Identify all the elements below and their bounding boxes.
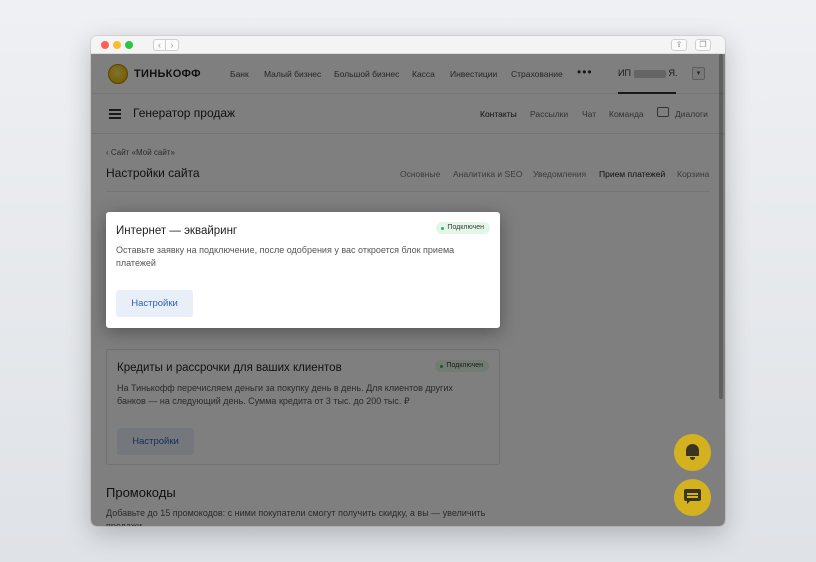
acquiring-settings-button[interactable]: Настройки xyxy=(116,290,193,317)
acquiring-card: Интернет — эквайринг Подключен Оставьте … xyxy=(106,212,500,328)
notifications-button[interactable] xyxy=(674,434,711,471)
page: ТИНЬКОФФ Банк Малый бизнес Большой бизне… xyxy=(91,54,725,526)
minimize-window-button[interactable] xyxy=(113,41,121,49)
chat-line xyxy=(687,496,698,498)
bell-clapper xyxy=(690,457,695,460)
chat-button[interactable] xyxy=(674,479,711,516)
browser-window: ‹ › ⇪ ❐ ТИНЬКОФФ Банк Малый бизнес Больш… xyxy=(91,36,725,526)
status-badge: Подключен xyxy=(436,222,490,234)
back-button[interactable]: ‹ xyxy=(153,39,166,51)
browser-titlebar: ‹ › ⇪ ❐ xyxy=(91,36,725,54)
chat-line xyxy=(687,493,698,495)
share-icon[interactable]: ⇪ xyxy=(671,39,687,51)
card-title: Интернет — эквайринг xyxy=(116,225,238,237)
chat-tail xyxy=(687,500,691,504)
bell-icon xyxy=(686,444,699,456)
tabs-icon[interactable]: ❐ xyxy=(695,39,711,51)
forward-button[interactable]: › xyxy=(166,39,179,51)
scrollbar[interactable] xyxy=(719,54,723,399)
close-window-button[interactable] xyxy=(101,41,109,49)
card-description: Оставьте заявку на подключение, после од… xyxy=(116,245,455,268)
maximize-window-button[interactable] xyxy=(125,41,133,49)
